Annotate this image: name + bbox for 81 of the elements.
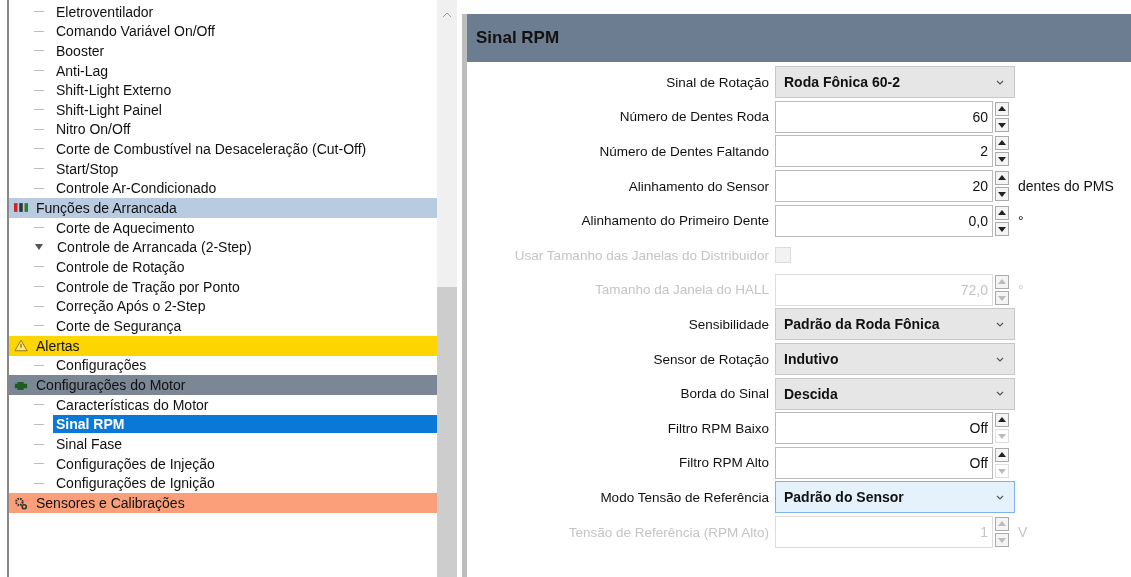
- tree-item[interactable]: Sinal RPM: [53, 415, 437, 434]
- tree-item[interactable]: Comando Variável On/Off: [53, 22, 218, 41]
- tree-group-header[interactable]: Sensores e Calibrações: [9, 493, 437, 514]
- spin-down-icon[interactable]: [995, 221, 1009, 236]
- unit-label: °: [1018, 212, 1024, 229]
- field-label: Tamanho da Janela do HALL: [593, 282, 770, 298]
- dropdown[interactable]: Indutivo: [775, 343, 1015, 376]
- field-label: Sinal de Rotação: [665, 74, 770, 90]
- tree-group-label: Configurações do Motor: [36, 377, 186, 394]
- chevron-down-icon[interactable]: [996, 79, 1004, 85]
- dropdown[interactable]: Descida: [775, 377, 1015, 410]
- chevron-down-icon[interactable]: [996, 494, 1004, 500]
- spin-down-icon[interactable]: [995, 117, 1009, 132]
- tree-group-label: Funções de Arrancada: [36, 199, 177, 216]
- number-field[interactable]: 60: [775, 100, 993, 133]
- spin-down-icon[interactable]: [995, 152, 1009, 167]
- tree-item[interactable]: Corte de Segurança: [53, 316, 185, 335]
- number-field[interactable]: Off: [775, 446, 993, 479]
- spin-up-icon[interactable]: [995, 413, 1009, 428]
- number-field[interactable]: Off: [775, 412, 993, 445]
- tree-group-label: Alertas: [36, 337, 80, 354]
- tree-item[interactable]: Corte de Aquecimento: [53, 218, 198, 237]
- tree-item[interactable]: Configurações de Injeção: [53, 454, 218, 473]
- tree-item[interactable]: Booster: [53, 42, 108, 60]
- warning-icon: [14, 339, 28, 352]
- tree-item[interactable]: Nitro On/Off: [53, 120, 134, 139]
- tree-group-header[interactable]: Alertas: [9, 335, 437, 356]
- tree-item[interactable]: Sinal Fase: [53, 435, 126, 454]
- unit-label: dentes do PMS: [1018, 178, 1114, 195]
- tree-item[interactable]: Anti-Lag: [53, 61, 112, 80]
- dropdown[interactable]: Padrão da Roda Fônica: [775, 308, 1015, 341]
- tree-item[interactable]: Shift-Light Externo: [53, 81, 175, 100]
- field-label: Tensão de Referência (RPM Alto): [567, 524, 770, 540]
- field-label: Usar Tamanho das Janelas do Distribuidor: [513, 247, 770, 263]
- scrollbar[interactable]: [437, 0, 457, 577]
- tree-item[interactable]: Eletroventilador: [53, 2, 157, 21]
- tree-item[interactable]: Start/Stop: [53, 159, 122, 178]
- spin-up-icon[interactable]: [995, 101, 1009, 116]
- tree-item[interactable]: Configurações de Ignição: [53, 474, 218, 493]
- tree-item[interactable]: Controle Ar-Condicionado: [53, 179, 220, 198]
- field-label: Alinhamento do Primeiro Dente: [580, 213, 770, 229]
- tree-item[interactable]: Corte de Combustível na Desaceleração (Cut-Off): [53, 139, 370, 158]
- tree-group-label: Sensores e Calibrações: [36, 495, 185, 512]
- spin-up-icon[interactable]: [995, 171, 1009, 186]
- field-label: Número de Dentes Faltando: [598, 144, 770, 159]
- scrollbar-thumb[interactable]: [437, 287, 457, 577]
- unit-label: °: [1018, 281, 1024, 298]
- spin-up-icon[interactable]: [995, 447, 1009, 462]
- number-field[interactable]: 2: [775, 135, 993, 168]
- dropdown[interactable]: Roda Fônica 60-2: [775, 66, 1015, 99]
- tree-item[interactable]: Correção Após o 2-Step: [53, 297, 209, 316]
- field-label: Sensor de Rotação: [652, 351, 770, 367]
- field-label: Filtro RPM Baixo: [666, 420, 770, 436]
- panel-title: Sinal RPM: [476, 28, 560, 48]
- unit-label: V: [1018, 524, 1028, 540]
- chevron-down-icon[interactable]: [996, 356, 1004, 362]
- field-label: Modo Tensão de Referência: [599, 489, 770, 505]
- spin-up-icon[interactable]: [995, 136, 1009, 151]
- tree-item[interactable]: Características do Motor: [53, 395, 212, 414]
- tree-group-header[interactable]: Configurações do Motor: [9, 375, 437, 396]
- number-field[interactable]: 20: [775, 170, 993, 203]
- lights-icon: [14, 201, 28, 215]
- tree-item[interactable]: Controle de Rotação: [53, 257, 188, 276]
- spin-up-icon[interactable]: [995, 205, 1009, 220]
- tree-item[interactable]: Controle de Tração por Ponto: [53, 277, 243, 296]
- tree-item[interactable]: Shift-Light Painel: [53, 100, 165, 119]
- field-label: Sensibilidade: [687, 316, 770, 332]
- chevron-down-icon[interactable]: [996, 321, 1004, 327]
- field-label: Filtro RPM Alto: [677, 455, 770, 471]
- field-label: Borda do Sinal: [679, 386, 770, 402]
- tree-item[interactable]: Controle de Arrancada (2-Step): [54, 238, 255, 257]
- field-label: Número de Dentes Roda: [618, 109, 770, 125]
- tree-item[interactable]: Configurações: [53, 356, 150, 375]
- caret-icon[interactable]: [35, 244, 43, 251]
- gears-icon: [14, 496, 28, 510]
- spin-down-icon[interactable]: [995, 187, 1009, 202]
- tree-group-header[interactable]: Funções de Arrancada: [9, 197, 437, 218]
- chevron-down-icon[interactable]: [996, 391, 1004, 397]
- field-label: Alinhamento do Sensor: [627, 178, 770, 194]
- dropdown[interactable]: Padrão do Sensor: [775, 481, 1015, 514]
- number-field[interactable]: 0,0: [775, 204, 993, 237]
